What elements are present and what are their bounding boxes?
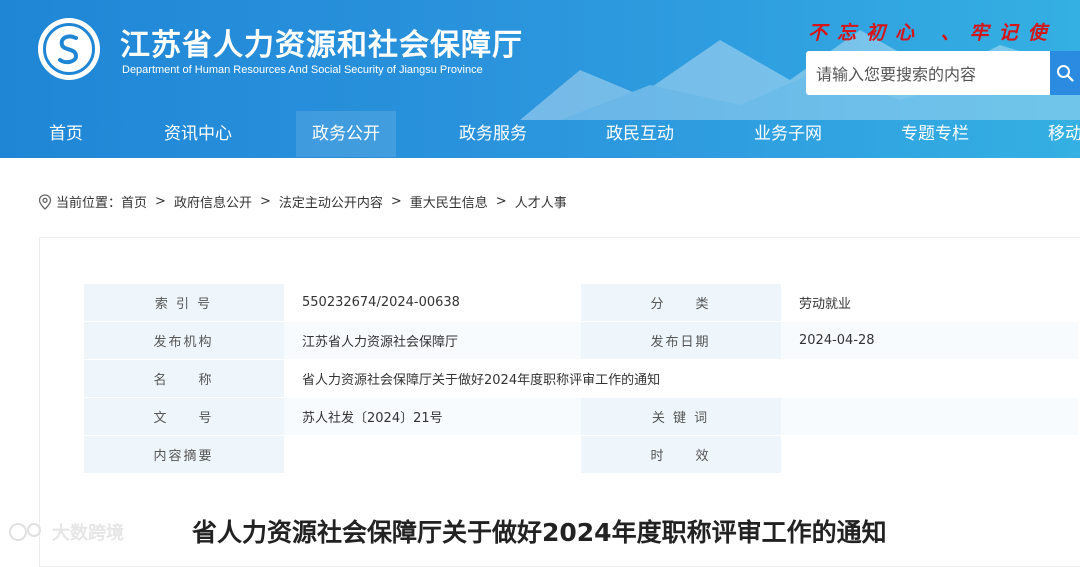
validity-label: 时 效 xyxy=(581,435,781,474)
search-icon xyxy=(1057,65,1074,82)
name-label: 名 称 xyxy=(84,359,284,398)
breadcrumb-item-home[interactable]: 首页 xyxy=(121,192,147,211)
nav-item-interaction[interactable]: 政民互动 xyxy=(606,111,674,157)
validity-value xyxy=(780,435,1078,474)
search-button[interactable] xyxy=(1050,51,1080,95)
search-input[interactable]: 请输入您要搜索的内容 xyxy=(806,51,1050,95)
table-row: 发布机构 江苏省人力资源社会保障厅 发布日期 2024-04-28 xyxy=(84,321,1078,360)
document-meta-table: 索 引 号 550232674/2024-00638 分 类 劳动就业 发布机构… xyxy=(84,284,1078,474)
breadcrumb: 当前位置： 首页 > 政府信息公开 > 法定主动公开内容 > 重大民生信息 > … xyxy=(38,192,567,211)
category-label: 分 类 xyxy=(581,284,781,322)
summary-value xyxy=(283,435,581,474)
breadcrumb-item-statutory[interactable]: 法定主动公开内容 xyxy=(279,192,383,211)
main-nav: 首页 资讯中心 政务公开 政务服务 政民互动 业务子网 专题专栏 移动 xyxy=(0,111,1080,157)
nav-item-home[interactable]: 首页 xyxy=(49,111,83,157)
site-header: 江苏省人力资源和社会保障厅 Department of Human Resour… xyxy=(0,0,1080,158)
table-row: 索 引 号 550232674/2024-00638 分 类 劳动就业 xyxy=(84,284,1078,322)
breadcrumb-item-talent[interactable]: 人才人事 xyxy=(515,192,567,211)
site-title-cn[interactable]: 江苏省人力资源和社会保障厅 xyxy=(120,20,523,64)
summary-label: 内容摘要 xyxy=(84,435,284,474)
table-row: 内容摘要 时 效 xyxy=(84,435,1078,474)
nav-item-mobile[interactable]: 移动 xyxy=(1048,111,1080,157)
nav-item-gov-service[interactable]: 政务服务 xyxy=(459,111,527,157)
keywords-label: 关 键 词 xyxy=(581,397,781,436)
breadcrumb-label: 当前位置： xyxy=(56,196,122,211)
table-row: 名 称 省人力资源社会保障厅关于做好2024年度职称评审工作的通知 xyxy=(84,359,1078,398)
nav-item-gov-open[interactable]: 政务公开 xyxy=(296,111,396,157)
watermark-logo-icon xyxy=(9,523,41,541)
index-label: 索 引 号 xyxy=(84,284,284,322)
category-value: 劳动就业 xyxy=(780,284,1078,322)
document-title: 省人力资源社会保障厅关于做好2024年度职称评审工作的通知 xyxy=(192,518,887,547)
docno-label: 文 号 xyxy=(84,397,284,436)
publisher-value: 江苏省人力资源社会保障厅 xyxy=(283,321,581,360)
site-title-en: Department of Human Resources And Social… xyxy=(122,64,483,76)
breadcrumb-item-livelihood[interactable]: 重大民生信息 xyxy=(410,192,488,211)
index-value: 550232674/2024-00638 xyxy=(283,284,581,322)
nav-item-subsites[interactable]: 业务子网 xyxy=(754,111,822,157)
publisher-label: 发布机构 xyxy=(84,321,284,360)
watermark: 大数跨境 xyxy=(8,519,124,545)
slogan-text: 不忘初心 、牢记使 xyxy=(808,22,1057,44)
breadcrumb-item-gov-info[interactable]: 政府信息公开 xyxy=(174,192,252,211)
name-value: 省人力资源社会保障厅关于做好2024年度职称评审工作的通知 xyxy=(283,359,1078,398)
keywords-value xyxy=(780,397,1078,436)
nav-item-topics[interactable]: 专题专栏 xyxy=(901,111,969,157)
date-value: 2024-04-28 xyxy=(780,321,1078,360)
location-pin-icon xyxy=(38,193,52,210)
nav-item-news[interactable]: 资讯中心 xyxy=(164,111,232,157)
site-logo[interactable] xyxy=(38,18,100,80)
table-row: 文 号 苏人社发〔2024〕21号 关 键 词 xyxy=(84,397,1078,436)
date-label: 发布日期 xyxy=(581,321,781,360)
emblem-icon xyxy=(43,23,95,75)
watermark-text: 大数跨境 xyxy=(52,523,124,544)
docno-value: 苏人社发〔2024〕21号 xyxy=(283,397,581,436)
